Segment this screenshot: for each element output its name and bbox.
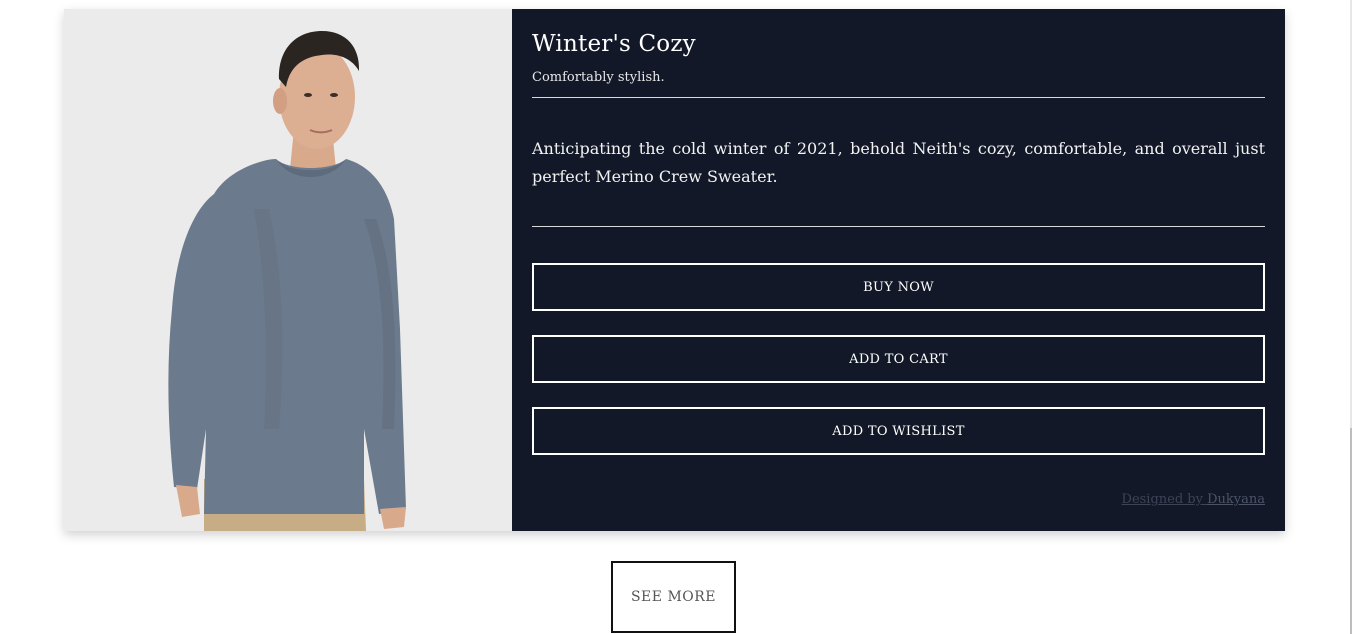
product-photo-illustration — [64, 9, 512, 531]
product-subtitle: Comfortably stylish. — [532, 70, 665, 85]
divider — [532, 97, 1265, 98]
see-more-button[interactable]: SEE MORE — [611, 561, 736, 633]
divider — [532, 226, 1265, 227]
add-to-cart-button[interactable]: ADD TO CART — [532, 335, 1265, 383]
add-to-wishlist-button[interactable]: ADD TO WISHLIST — [532, 407, 1265, 455]
page: Winter's Cozy Comfortably stylish. Antic… — [0, 0, 1352, 634]
designer-credit: Designed by Dukyana — [1122, 492, 1265, 507]
buy-now-button[interactable]: BUY NOW — [532, 263, 1265, 311]
product-image — [64, 9, 512, 531]
designer-link[interactable]: Dukyana — [1207, 492, 1265, 507]
product-description: Anticipating the cold winter of 2021, be… — [532, 139, 1265, 186]
credit-prefix: Designed by — [1121, 492, 1208, 507]
product-card: Winter's Cozy Comfortably stylish. Antic… — [64, 9, 1285, 531]
product-info-panel: Winter's Cozy Comfortably stylish. Antic… — [512, 9, 1285, 531]
product-title: Winter's Cozy — [532, 31, 696, 57]
